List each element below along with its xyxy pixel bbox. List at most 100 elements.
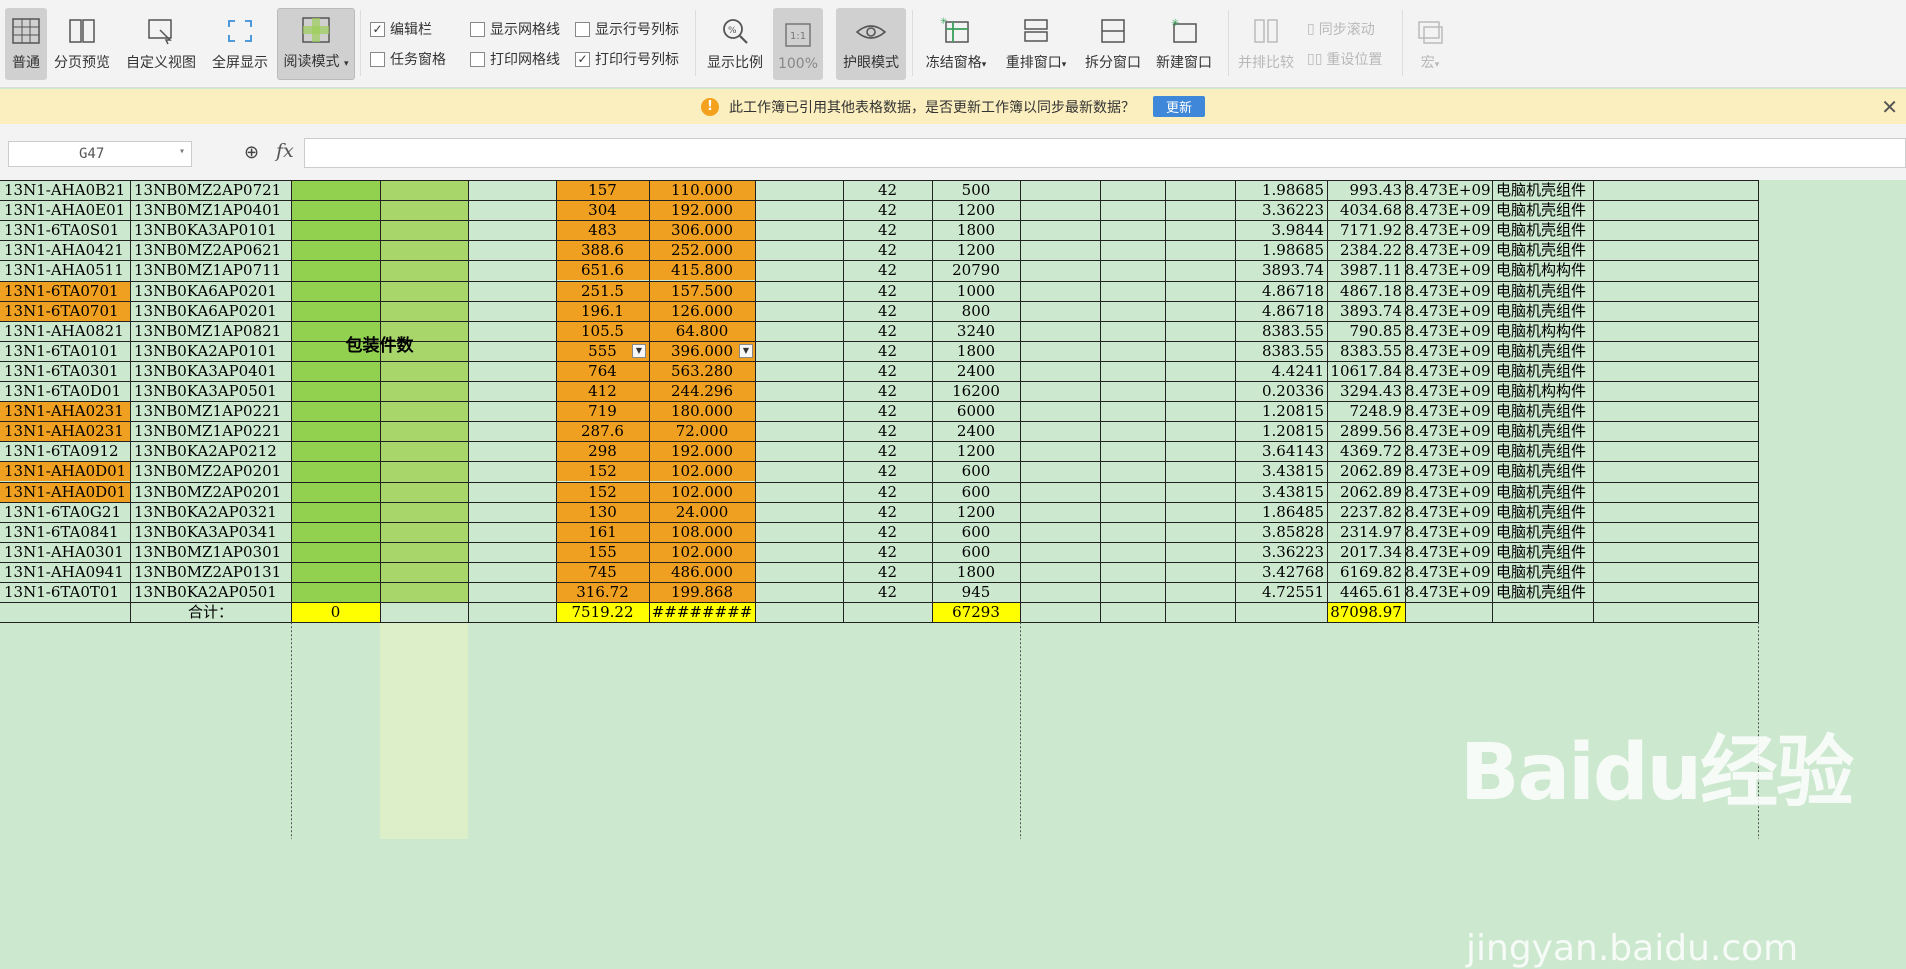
cell-q[interactable]: 电脑机壳组件 xyxy=(1492,220,1593,240)
arrange-windows-button[interactable]: 重排窗口▾ xyxy=(1000,8,1072,80)
cell-q[interactable]: 电脑机壳组件 xyxy=(1492,502,1593,522)
cell-b[interactable]: 13NB0MZ2AP0621 xyxy=(130,240,291,260)
cell-j[interactable]: 600 xyxy=(932,542,1020,562)
cell-j[interactable]: 1000 xyxy=(932,281,1020,301)
cell-q[interactable]: 电脑机构构件 xyxy=(1492,381,1593,401)
update-button[interactable]: 更新 xyxy=(1152,96,1205,117)
cell-o[interactable]: 2384.22 xyxy=(1327,240,1405,260)
cell-n[interactable]: 4.4241 xyxy=(1235,361,1327,381)
cell-f[interactable]: 152 xyxy=(556,482,649,502)
sync-scroll-button[interactable]: ▯ 同步滚动 xyxy=(1307,18,1375,40)
cell-b[interactable]: 13NB0MZ1AP0221 xyxy=(130,421,291,441)
cell-o[interactable]: 3987.11 xyxy=(1327,260,1405,280)
cell-i[interactable]: 42 xyxy=(843,522,932,542)
cell-i[interactable]: 42 xyxy=(843,220,932,240)
cell-g[interactable]: 102.000 xyxy=(649,542,755,562)
cell-f[interactable]: 719 xyxy=(556,401,649,421)
cell-n[interactable]: 1.20815 xyxy=(1235,421,1327,441)
filter-dropdown-icon[interactable]: ▼ xyxy=(739,343,753,358)
cell-f[interactable]: 161 xyxy=(556,522,649,542)
cell-n[interactable]: 3893.74 xyxy=(1235,260,1327,280)
cell-p[interactable]: 8.473E+09 xyxy=(1405,301,1492,321)
cell-p[interactable]: 8.473E+09 xyxy=(1405,321,1492,341)
cell-j[interactable]: 1200 xyxy=(932,200,1020,220)
cell-p[interactable]: 8.473E+09 xyxy=(1405,381,1492,401)
cell-g[interactable]: 126.000 xyxy=(649,301,755,321)
cell-g[interactable]: 72.000 xyxy=(649,421,755,441)
cell-p[interactable]: 8.473E+09 xyxy=(1405,441,1492,461)
cell-o[interactable]: 3893.74 xyxy=(1327,301,1405,321)
cell-i[interactable]: 42 xyxy=(843,341,932,361)
cell-q[interactable]: 电脑机壳组件 xyxy=(1492,240,1593,260)
freeze-panes-button[interactable]: ✳ 冻结窗格▾ xyxy=(920,8,992,80)
custom-view-button[interactable]: 自定义视图 xyxy=(122,8,200,80)
cell-a[interactable]: 13N1-6TA0G21 xyxy=(0,502,130,522)
cell-n[interactable]: 8383.55 xyxy=(1235,321,1327,341)
cell-b[interactable]: 13NB0KA3AP0341 xyxy=(130,522,291,542)
cell-p[interactable]: 8.473E+09 xyxy=(1405,281,1492,301)
cell-g[interactable]: 24.000 xyxy=(649,502,755,522)
cell-q[interactable]: 电脑机壳组件 xyxy=(1492,341,1593,361)
cell-p[interactable]: 8.473E+09 xyxy=(1405,361,1492,381)
cell-j[interactable]: 1200 xyxy=(932,502,1020,522)
cell-p[interactable]: 8.473E+09 xyxy=(1405,562,1492,582)
cell-b[interactable]: 13NB0MZ2AP0721 xyxy=(130,180,291,200)
cell-n[interactable]: 1.98685 xyxy=(1235,240,1327,260)
cell-f[interactable]: 745 xyxy=(556,562,649,582)
cell-f[interactable]: 251.5 xyxy=(556,281,649,301)
cell-b[interactable]: 13NB0KA2AP0101 xyxy=(130,341,291,361)
cell-f[interactable]: 412 xyxy=(556,381,649,401)
function-icon[interactable]: fx xyxy=(276,140,294,162)
cell-j[interactable]: 1200 xyxy=(932,441,1020,461)
cell-f[interactable]: 764 xyxy=(556,361,649,381)
cell-b[interactable]: 13NB0KA2AP0321 xyxy=(130,502,291,522)
cell-b[interactable]: 13NB0MZ1AP0711 xyxy=(130,260,291,280)
cell-i[interactable]: 42 xyxy=(843,240,932,260)
cell-a[interactable]: 13N1-AHA0511 xyxy=(0,260,130,280)
filter-dropdown-icon[interactable]: ▼ xyxy=(632,343,646,358)
cell-n[interactable]: 3.9844 xyxy=(1235,220,1327,240)
cell-a[interactable]: 13N1-AHA0E01 xyxy=(0,200,130,220)
edit-bar-checkbox[interactable]: ✓ 编辑栏 xyxy=(370,18,432,40)
cell-q[interactable]: 电脑机构构件 xyxy=(1492,321,1593,341)
zoom-lookup-icon[interactable]: ⊕ xyxy=(244,142,259,163)
cell-n[interactable]: 3.36223 xyxy=(1235,200,1327,220)
cell-q[interactable]: 电脑机壳组件 xyxy=(1492,441,1593,461)
cell-g[interactable]: 108.000 xyxy=(649,522,755,542)
cell-a[interactable]: 13N1-AHA0B21 xyxy=(0,180,130,200)
cell-g[interactable]: 415.800 xyxy=(649,260,755,280)
cell-q[interactable]: 电脑机壳组件 xyxy=(1492,582,1593,602)
zoom-100-button[interactable]: 1:1 100% xyxy=(773,8,823,80)
cell-q[interactable]: 电脑机壳组件 xyxy=(1492,200,1593,220)
cell-p[interactable]: 8.473E+09 xyxy=(1405,421,1492,441)
cell-o[interactable]: 4034.68 xyxy=(1327,200,1405,220)
cell-g[interactable]: 102.000 xyxy=(649,482,755,502)
cell-g[interactable]: 563.280 xyxy=(649,361,755,381)
cell-p[interactable]: 8.473E+09 xyxy=(1405,260,1492,280)
cell-f[interactable]: 157 xyxy=(556,180,649,200)
normal-view-button[interactable]: 普通 xyxy=(5,8,47,80)
cell-o[interactable]: 2237.82 xyxy=(1327,502,1405,522)
cell-n[interactable]: 3.43815 xyxy=(1235,482,1327,502)
cell-i[interactable]: 42 xyxy=(843,200,932,220)
cell-n[interactable]: 8383.55 xyxy=(1235,341,1327,361)
cell-i[interactable]: 42 xyxy=(843,562,932,582)
cell-i[interactable]: 42 xyxy=(843,301,932,321)
cell-a[interactable]: 13N1-6TA0701 xyxy=(0,281,130,301)
cell-p[interactable]: 8.473E+09 xyxy=(1405,401,1492,421)
cell-n[interactable]: 4.86718 xyxy=(1235,281,1327,301)
cell-n[interactable]: 1.98685 xyxy=(1235,180,1327,200)
total-cell-j[interactable]: 67293 xyxy=(932,602,1020,622)
cell-n[interactable]: 0.20336 xyxy=(1235,381,1327,401)
cell-b[interactable]: 13NB0KA3AP0101 xyxy=(130,220,291,240)
cell-f[interactable]: 651.6 xyxy=(556,260,649,280)
cell-f[interactable]: 287.6 xyxy=(556,421,649,441)
cell-o[interactable]: 2062.89 xyxy=(1327,461,1405,481)
cell-g[interactable]: 102.000 xyxy=(649,461,755,481)
cell-o[interactable]: 2314.97 xyxy=(1327,522,1405,542)
cell-q[interactable]: 电脑机构构件 xyxy=(1492,260,1593,280)
cell-a[interactable]: 13N1-6TA0912 xyxy=(0,441,130,461)
cell-o[interactable]: 3294.43 xyxy=(1327,381,1405,401)
cell-a[interactable]: 13N1-AHA0821 xyxy=(0,321,130,341)
cell-a[interactable]: 13N1-AHA0D01 xyxy=(0,461,130,481)
